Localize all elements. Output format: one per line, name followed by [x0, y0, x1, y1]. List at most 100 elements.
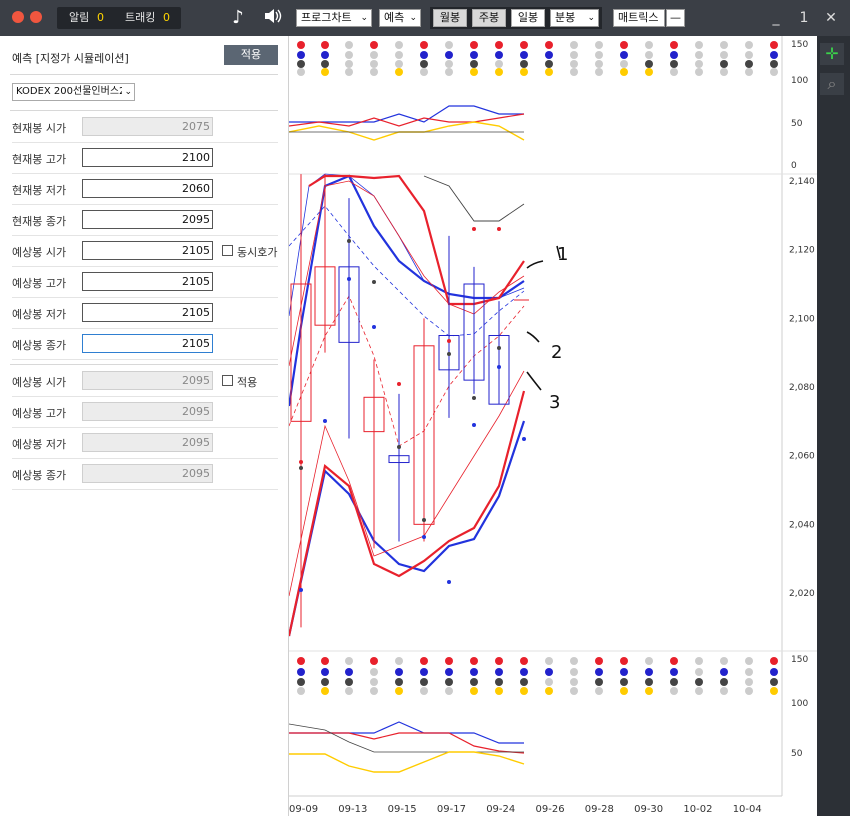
forecast-close-field[interactable]: 2105 — [82, 334, 213, 353]
zoom-icon[interactable]: ⌕ — [820, 73, 844, 95]
row-label: 현재봉 고가 — [12, 153, 67, 166]
x-axis-tick: 09-17 — [437, 804, 466, 815]
price-axis-tick: 2,060 — [789, 452, 815, 462]
signal-dot — [397, 445, 401, 449]
indicator-dot — [595, 657, 603, 665]
close-dot-icon[interactable] — [12, 11, 24, 23]
indicator-dot — [620, 68, 628, 76]
speaker-icon[interactable] — [262, 7, 284, 29]
indicator-dot — [495, 668, 503, 676]
annotation-label-2: 2 — [551, 342, 562, 363]
indicator-dot — [670, 51, 678, 59]
mode-select[interactable]: 예측 ⌄ — [379, 9, 421, 27]
x-axis-tick: 10-02 — [683, 804, 712, 815]
simultaneous-auction-checkbox[interactable] — [222, 245, 233, 256]
chart-type-select[interactable]: 프로그차트 ⌄ — [296, 9, 372, 27]
indicator-dot — [720, 41, 728, 49]
annotation-stroke — [526, 245, 561, 269]
apply-checkbox[interactable] — [222, 375, 233, 386]
indicator-dot — [695, 678, 703, 686]
alert-tracking-box[interactable]: 알림 0 트래킹 0 — [57, 7, 181, 29]
signal-dot — [447, 352, 451, 356]
signal-dot — [422, 535, 426, 539]
current-high-field[interactable]: 2100 — [82, 148, 213, 167]
apply-button[interactable]: 적용 — [224, 45, 278, 65]
price-axis-tick: 2,040 — [789, 520, 815, 530]
forecast-open-field[interactable]: 2105 — [82, 241, 213, 260]
x-axis-tick: 09-28 — [585, 804, 614, 815]
minimize-icon[interactable]: _ — [767, 8, 785, 28]
row-label: 예상봉 종가 — [12, 339, 67, 352]
annotation-stroke — [526, 331, 540, 343]
indicator-dot — [645, 68, 653, 76]
indicator-dot — [445, 687, 453, 695]
forecast-high-field[interactable]: 2105 — [82, 272, 213, 291]
instrument-value: KODEX 200선물인버스2X — [16, 86, 133, 97]
indicator-dot — [720, 60, 728, 68]
signal-dot — [447, 339, 451, 343]
chart-area[interactable]: 150 100 50 0 2,140 2,120 2,100 2,080 2,060 2,040 2… — [287, 36, 817, 816]
current-low-field[interactable]: 2060 — [82, 179, 213, 198]
close-icon[interactable]: ✕ — [822, 8, 840, 28]
annotation-label-3: 3 — [549, 392, 560, 413]
matrix-button[interactable]: 매트릭스 — [613, 9, 665, 27]
row-label: 예상봉 시가 — [12, 246, 67, 259]
row-label: 예상봉 고가 — [12, 407, 67, 420]
signal-dot — [397, 382, 401, 386]
indicator-dot — [595, 60, 603, 68]
indicator-dot — [520, 668, 528, 676]
indicator-dot — [545, 51, 553, 59]
indicator-dot — [395, 41, 403, 49]
indicator-dot — [770, 668, 778, 676]
forecast2-low-field: 2095 — [82, 433, 213, 452]
indicator-dot — [420, 668, 428, 676]
indicator-dot — [695, 668, 703, 676]
indicator-dot — [297, 68, 305, 76]
indicator-dot — [670, 657, 678, 665]
indicator-dot — [420, 41, 428, 49]
matrix-value-box[interactable]: — — [666, 9, 685, 27]
indicator-dot — [297, 60, 305, 68]
signal-dot — [347, 239, 351, 243]
top-axis-tick: 50 — [791, 119, 803, 129]
indicator-dot — [297, 657, 305, 665]
period-week-button[interactable]: 주봉 — [472, 9, 506, 27]
indicator-dot — [420, 657, 428, 665]
indicator-dot — [695, 51, 703, 59]
indicator-dot — [670, 60, 678, 68]
period-minute-select[interactable]: 분봉 ⌄ — [550, 9, 599, 27]
instrument-select[interactable]: KODEX 200선물인버스2X ⌄ — [12, 83, 135, 101]
indicator-dot — [470, 678, 478, 686]
crosshair-icon[interactable]: ✛ — [820, 43, 844, 65]
music-note-icon[interactable]: ♪ — [227, 7, 249, 29]
indicator-dot — [545, 678, 553, 686]
top-indicator-lines — [288, 105, 525, 141]
indicator-dot — [495, 60, 503, 68]
mode-value: 예측 — [384, 11, 405, 24]
indicator-dot — [570, 678, 578, 686]
indicator-dot — [520, 678, 528, 686]
indicator-dot — [495, 51, 503, 59]
minimize-dot-icon[interactable] — [30, 11, 42, 23]
simultaneous-auction-label: 동시호가 — [237, 246, 278, 259]
divider — [10, 74, 278, 75]
signal-dot — [372, 325, 376, 329]
indicator-dot — [321, 68, 329, 76]
x-axis-tick: 09-30 — [634, 804, 663, 815]
signal-dots — [299, 227, 526, 592]
price-chart[interactable]: 1501005002,1402,1202,1002,0802,0602,0402… — [287, 36, 817, 816]
period-day-button[interactable]: 일봉 — [511, 9, 545, 27]
indicator-dot — [595, 41, 603, 49]
restore-icon[interactable]: 1 — [795, 8, 813, 28]
forecast-low-field[interactable]: 2105 — [82, 303, 213, 322]
row-label: 예상봉 고가 — [12, 277, 67, 290]
indicator-dot — [520, 60, 528, 68]
period-month-button[interactable]: 월봉 — [433, 9, 467, 27]
signal-dot — [472, 227, 476, 231]
current-close-field[interactable]: 2095 — [82, 210, 213, 229]
signal-dot — [472, 423, 476, 427]
indicator-dot — [345, 60, 353, 68]
minute-value: 분봉 — [555, 11, 576, 24]
indicator-dot — [321, 51, 329, 59]
indicator-dot — [370, 657, 378, 665]
